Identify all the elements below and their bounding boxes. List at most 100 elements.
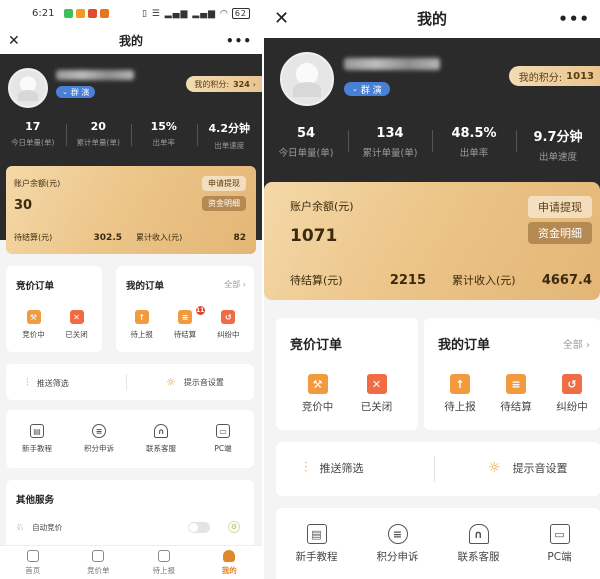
customer-service-item[interactable]: ∩ 联系客服 bbox=[438, 524, 519, 564]
stat-today-orders: 54 今日单量(单) bbox=[278, 126, 334, 159]
settings-icon[interactable]: ⚙ bbox=[228, 521, 240, 533]
to-settle-item[interactable]: ≡ 待结算 bbox=[488, 374, 544, 414]
dispute-item[interactable]: ↺ 纠纷中 bbox=[207, 310, 250, 340]
chevron-down-icon: ⌄ bbox=[62, 88, 68, 96]
my-orders-box: 我的订单 全部 › ↑ 待上报 ≡ 11 待结算 ↺ 纠纷中 bbox=[116, 266, 254, 352]
headset-icon: ∩ bbox=[154, 424, 168, 438]
list-doc-icon: ≡ bbox=[506, 374, 526, 394]
to-report-item[interactable]: ↑ 待上报 bbox=[120, 310, 163, 340]
monitor-icon: ▭ bbox=[216, 424, 230, 438]
stat-order-speed: 9.7分钟 出单速度 bbox=[516, 126, 600, 163]
order-count-badge: 11 bbox=[195, 306, 205, 315]
page-title: 我的 bbox=[118, 34, 143, 48]
tools-box: ▤ 新手教程 ≡ 积分申诉 ∩ 联系客服 ▭ PC端 bbox=[276, 508, 600, 579]
bulb-icon: ☼ bbox=[166, 376, 176, 389]
closed-doc-icon: ✕ bbox=[69, 310, 84, 324]
bidding-active-item[interactable]: ⚒ 竞价中 bbox=[288, 374, 347, 414]
page-title: 我的 bbox=[416, 10, 447, 28]
bidding-closed-item[interactable]: ✕ 已关闭 bbox=[347, 374, 406, 414]
more-icon[interactable]: ••• bbox=[226, 28, 252, 54]
points-appeal-item[interactable]: ≡ 积分申诉 bbox=[357, 524, 438, 564]
push-filter-button[interactable]: ⫶ 推送筛选 bbox=[26, 376, 69, 390]
nav-bidding[interactable]: 竞价单 bbox=[66, 546, 132, 579]
tutorial-item[interactable]: ▤ 新手教程 bbox=[276, 524, 357, 564]
user-icon bbox=[223, 550, 236, 562]
signal-icons: ▯ ☰ ▂▄▆ ▂▄▆ ◠ 62 bbox=[142, 8, 250, 19]
balance-card: 账户余额(元) 1071 申请提现 资金明细 待结算(元) 2215 累计收入(元… bbox=[264, 182, 600, 300]
wechat-icon bbox=[64, 9, 73, 18]
more-icon[interactable]: ••• bbox=[558, 0, 590, 38]
dispute-icon: ↺ bbox=[221, 310, 236, 324]
app-icon bbox=[76, 9, 85, 18]
title-bar: ✕ 我的 ••• bbox=[264, 0, 600, 38]
nav-mine[interactable]: 我的 bbox=[197, 546, 263, 579]
balance-amount: 30 bbox=[14, 198, 33, 213]
avatar[interactable] bbox=[280, 52, 334, 106]
my-orders-title: 我的订单 bbox=[438, 338, 491, 353]
close-icon[interactable]: ✕ bbox=[274, 0, 289, 38]
sliders-icon: ⫶ bbox=[304, 460, 308, 476]
stat-total-orders: 134 累计单量(单) bbox=[348, 126, 432, 163]
auto-bid-row: ♘ 自动竞价 bbox=[16, 522, 63, 533]
status-time: 6:21 bbox=[32, 8, 55, 19]
chevron-right-icon: › bbox=[252, 79, 256, 89]
auto-bid-icon: ♘ bbox=[16, 522, 25, 533]
fund-details-button[interactable]: 资金明细 bbox=[202, 196, 246, 211]
sliders-icon: ⫶ bbox=[26, 376, 29, 389]
monitor-icon: ▭ bbox=[549, 524, 570, 544]
pending-settlement: 待结算(元) 2215 bbox=[290, 272, 426, 288]
stat-order-speed: 4.2分钟 出单速度 bbox=[196, 120, 263, 151]
stat-today-orders: 17 今日单量(单) bbox=[11, 120, 55, 147]
dispute-item[interactable]: ↺ 纠纷中 bbox=[544, 374, 600, 414]
to-report-item[interactable]: ↑ 待上报 bbox=[432, 374, 488, 414]
fund-details-button[interactable]: 资金明细 bbox=[528, 222, 592, 244]
total-income: 累计收入(元) 82 bbox=[136, 232, 246, 243]
bidding-list-icon bbox=[92, 550, 105, 562]
withdraw-button[interactable]: 申请提现 bbox=[202, 176, 246, 191]
pc-client-item[interactable]: ▭ PC端 bbox=[519, 524, 600, 564]
sound-settings-button[interactable]: ☼ 提示音设置 bbox=[488, 460, 568, 476]
all-orders-link[interactable]: 全部 › bbox=[563, 336, 590, 351]
upload-doc-icon: ↑ bbox=[450, 374, 470, 394]
bulb-icon: ☼ bbox=[488, 460, 501, 476]
push-filter-button[interactable]: ⫶ 推送筛选 bbox=[304, 460, 364, 476]
points-pill[interactable]: 我的积分: 1013 bbox=[508, 66, 600, 86]
pending-settlement: 待结算(元) 302.5 bbox=[14, 232, 122, 243]
status-bar: 6:21 ▯ ☰ ▂▄▆ ▂▄▆ ◠ 62 bbox=[0, 0, 262, 28]
gavel-icon: ⚒ bbox=[26, 310, 41, 324]
bidding-active-item[interactable]: ⚒ 竞价中 bbox=[12, 310, 55, 340]
pc-client-item[interactable]: ▭ PC端 bbox=[192, 424, 254, 454]
bidding-orders-box: 竞价订单 ⚒ 竞价中 ✕ 已关闭 bbox=[276, 318, 418, 430]
to-settle-item[interactable]: ≡ 11 待结算 bbox=[163, 306, 206, 340]
headset-icon: ∩ bbox=[468, 524, 489, 544]
book-icon: ▤ bbox=[30, 424, 44, 438]
auto-bid-toggle[interactable] bbox=[188, 522, 210, 533]
points-pill[interactable]: 我的积分: 324 › bbox=[186, 76, 262, 92]
chevron-down-icon: ⌄ bbox=[352, 85, 358, 93]
my-orders-box: 我的订单 全部 › ↑ 待上报 ≡ 待结算 ↺ 纠纷中 bbox=[424, 318, 600, 430]
withdraw-button[interactable]: 申请提现 bbox=[528, 196, 592, 218]
nav-to-report[interactable]: 待上报 bbox=[131, 546, 197, 579]
upload-doc-icon: ↑ bbox=[134, 310, 149, 324]
balance-amount: 1071 bbox=[290, 226, 338, 246]
total-income: 累计收入(元) 4667.4 bbox=[452, 272, 592, 288]
points-appeal-item[interactable]: ≡ 积分申诉 bbox=[68, 424, 130, 454]
customer-service-item[interactable]: ∩ 联系客服 bbox=[130, 424, 192, 454]
tutorial-item[interactable]: ▤ 新手教程 bbox=[6, 424, 68, 454]
tools-box: ▤ 新手教程 ≡ 积分申诉 ∩ 联系客服 ▭ PC端 bbox=[6, 410, 254, 468]
filter-settings-box: ⫶ 推送筛选 ☼ 提示音设置 bbox=[276, 442, 600, 496]
report-icon bbox=[157, 550, 170, 562]
notification-icons bbox=[64, 9, 109, 18]
avatar[interactable] bbox=[8, 68, 48, 108]
stats-row: 54 今日单量(单) 134 累计单量(单) 48.5% 出单率 9.7分钟 出单速度 bbox=[264, 126, 600, 163]
gavel-icon: ⚒ bbox=[307, 374, 328, 394]
bidding-closed-item[interactable]: ✕ 已关闭 bbox=[55, 310, 98, 340]
app-icon bbox=[88, 9, 97, 18]
all-orders-link[interactable]: 全部 › bbox=[224, 279, 246, 290]
balance-card: 账户余额(元) 30 申请提现 资金明细 待结算(元) 302.5 累计收入(元)… bbox=[6, 166, 256, 254]
sound-settings-button[interactable]: ☼ 提示音设置 bbox=[166, 376, 224, 389]
close-icon[interactable]: ✕ bbox=[8, 28, 20, 54]
filter-settings-box: ⫶ 推送筛选 ☼ 提示音设置 bbox=[6, 364, 254, 400]
book-icon: ▤ bbox=[306, 524, 327, 544]
nav-home[interactable]: 首页 bbox=[0, 546, 66, 579]
